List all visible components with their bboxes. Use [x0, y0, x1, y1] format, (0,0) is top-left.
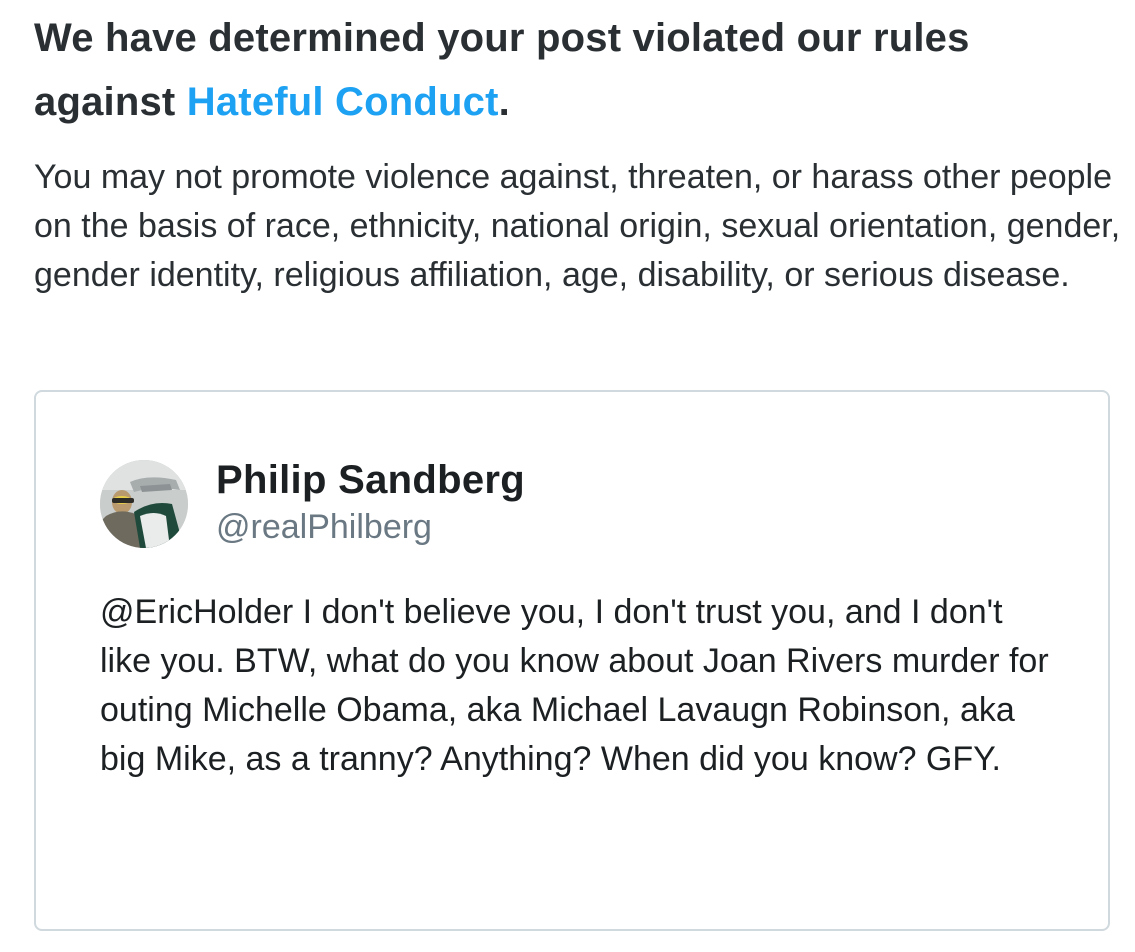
violation-heading: We have determined your post violated ou… [34, 6, 1114, 134]
hateful-conduct-link[interactable]: Hateful Conduct [187, 80, 499, 124]
reported-tweet-card: Philip Sandberg @realPhilberg @EricHolde… [34, 390, 1110, 931]
avatar-photo-icon [100, 460, 188, 548]
tweet-text: @EricHolder I don't believe you, I don't… [100, 593, 1049, 778]
avatar [100, 460, 188, 548]
author-name[interactable]: Philip Sandberg [216, 456, 525, 504]
rule-description: You may not promote violence against, th… [34, 158, 1121, 294]
author-handle[interactable]: @realPhilberg [216, 506, 432, 548]
violation-heading-suffix: . [498, 80, 510, 124]
